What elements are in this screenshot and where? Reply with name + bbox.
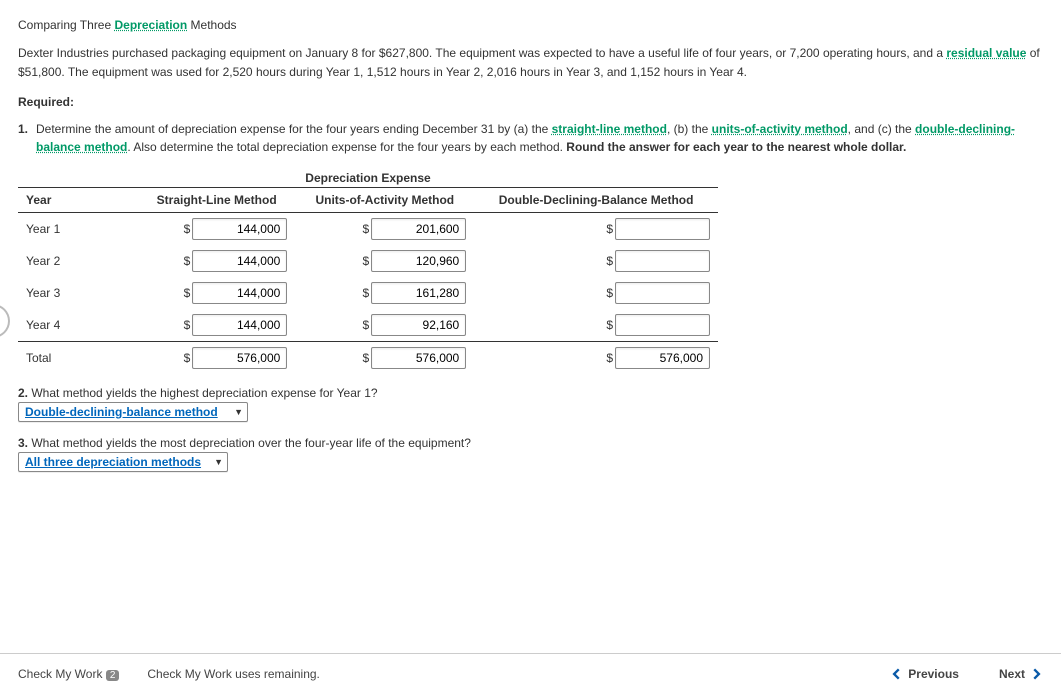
chevron-left-icon [890,667,904,681]
dollar-sign: $ [599,351,613,365]
question-1: 1. Determine the amount of depreciation … [18,120,1043,157]
page-title: Comparing Three Depreciation Methods [18,18,1043,32]
dollar-sign: $ [355,286,369,300]
chevron-down-icon: ▼ [234,407,243,417]
input-y2-ddb[interactable] [615,250,710,272]
input-y1-ddb[interactable] [615,218,710,240]
side-tab[interactable] [0,304,10,338]
depreciation-table: Year Straight-Line Method Units-of-Activ… [18,187,718,376]
question-3: 3. What method yields the most depreciat… [18,436,1043,450]
title-text-pre: Comparing Three [18,18,115,32]
footer-bar: Check My Work 2 Check My Work uses remai… [0,653,1061,675]
dollar-sign: $ [176,222,190,236]
header-ddb: Double-Declining-Balance Method [474,187,718,212]
q2-number: 2. [18,386,28,400]
dollar-sign: $ [176,351,190,365]
required-label: Required: [18,93,1043,112]
row-label: Year 4 [18,309,138,342]
intro-pre: Dexter Industries purchased packaging eq… [18,46,946,60]
input-y4-ddb[interactable] [615,314,710,336]
q3-number: 3. [18,436,28,450]
glossary-link-units-of-activity[interactable]: units-of-activity method [712,122,848,136]
header-ua: Units-of-Activity Method [295,187,474,212]
input-y2-ua[interactable] [371,250,466,272]
input-y3-sl[interactable] [192,282,287,304]
header-year: Year [18,187,138,212]
dollar-sign: $ [599,222,613,236]
previous-button[interactable]: Previous [890,667,959,681]
chevron-right-icon [1029,667,1043,681]
input-total-ddb[interactable] [615,347,710,369]
table-row: Year 3 $ $ $ [18,277,718,309]
input-y2-sl[interactable] [192,250,287,272]
q3-dropdown[interactable]: All three depreciation methods ▼ [18,452,228,472]
check-remaining-label: Check My Work uses remaining. [147,667,320,681]
dollar-sign: $ [599,286,613,300]
dollar-sign: $ [176,254,190,268]
header-sl: Straight-Line Method [138,187,295,212]
row-label: Year 1 [18,212,138,245]
q2-text: What method yields the highest depreciat… [31,386,377,400]
next-button[interactable]: Next [999,667,1043,681]
q2-dropdown[interactable]: Double-declining-balance method ▼ [18,402,248,422]
dollar-sign: $ [355,222,369,236]
dollar-sign: $ [599,318,613,332]
row-label: Year 2 [18,245,138,277]
row-label-total: Total [18,341,138,374]
dollar-sign: $ [355,351,369,365]
dollar-sign: $ [599,254,613,268]
table-row: Year 4 $ $ $ [18,309,718,342]
glossary-link-residual-value[interactable]: residual value [946,46,1026,60]
dollar-sign: $ [176,318,190,332]
dollar-sign: $ [355,254,369,268]
input-total-ua[interactable] [371,347,466,369]
table-row: Year 2 $ $ $ [18,245,718,277]
table-title: Depreciation Expense [18,171,718,185]
glossary-link-depreciation[interactable]: Depreciation [115,18,188,32]
q1-text: Determine the amount of depreciation exp… [36,120,1043,157]
input-y1-sl[interactable] [192,218,287,240]
question-2: 2. What method yields the highest deprec… [18,386,1043,400]
check-my-work-button[interactable]: Check My Work 2 [18,667,119,681]
glossary-link-straight-line[interactable]: straight-line method [552,122,667,136]
chevron-down-icon: ▼ [214,457,223,467]
table-row: Year 1 $ $ $ [18,212,718,245]
problem-intro: Dexter Industries purchased packaging eq… [18,44,1043,81]
dollar-sign: $ [176,286,190,300]
q2-selected: Double-declining-balance method [25,405,218,419]
input-total-sl[interactable] [192,347,287,369]
q3-selected: All three depreciation methods [25,455,201,469]
input-y3-ua[interactable] [371,282,466,304]
q3-text: What method yields the most depreciation… [31,436,471,450]
row-label: Year 3 [18,277,138,309]
input-y1-ua[interactable] [371,218,466,240]
input-y4-ua[interactable] [371,314,466,336]
table-row-total: Total $ $ $ [18,341,718,374]
input-y3-ddb[interactable] [615,282,710,304]
q1-number: 1. [18,120,36,157]
title-text-post: Methods [187,18,236,32]
dollar-sign: $ [355,318,369,332]
input-y4-sl[interactable] [192,314,287,336]
